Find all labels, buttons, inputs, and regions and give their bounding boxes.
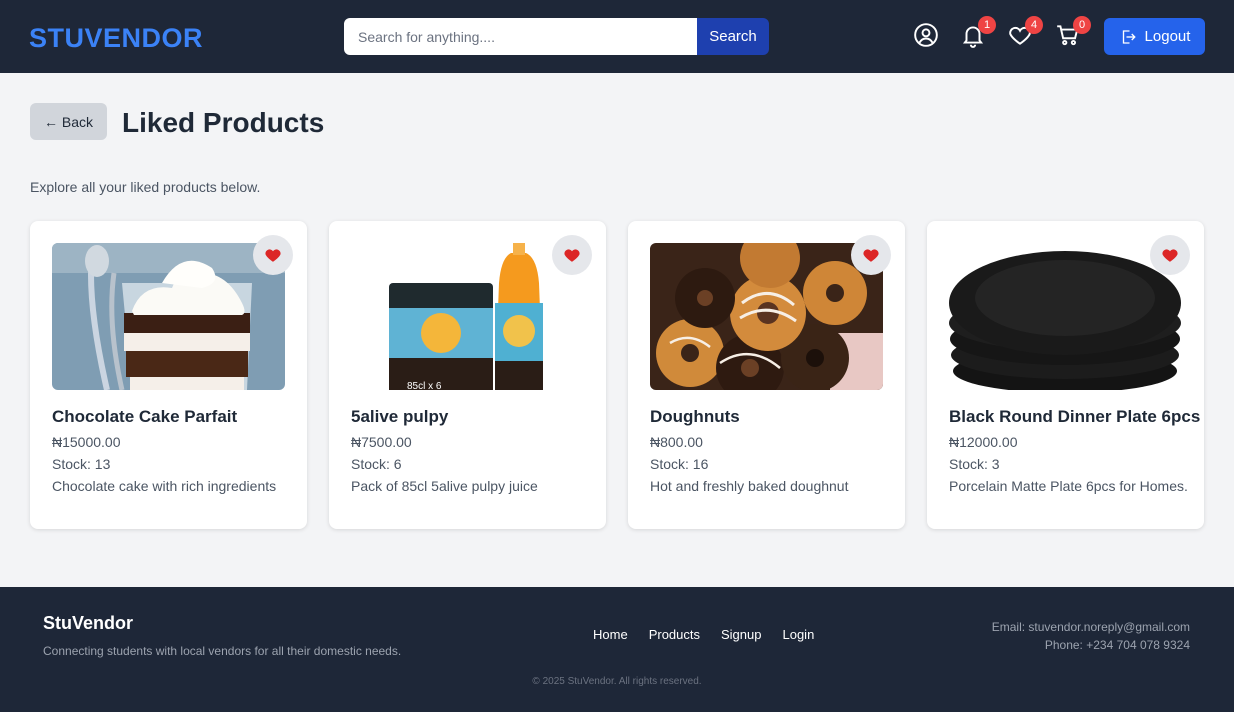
product-image-plates[interactable] xyxy=(949,243,1182,390)
footer: StuVendor Connecting students with local… xyxy=(0,587,1234,712)
product-stock: Stock: 3 xyxy=(949,456,1000,472)
product-name[interactable]: Doughnuts xyxy=(650,407,895,427)
liked-heart-icon[interactable]: 4 xyxy=(1007,16,1043,48)
heart-filled-icon xyxy=(564,249,580,262)
logout-label: Logout xyxy=(1144,28,1191,45)
heart-filled-icon xyxy=(863,249,879,262)
cart-icon[interactable]: 0 xyxy=(1055,16,1091,48)
footer-email[interactable]: Email: stuvendor.noreply@gmail.com xyxy=(992,618,1190,636)
heart-filled-icon xyxy=(265,249,281,262)
heart-filled-icon xyxy=(1162,249,1178,262)
product-pack-label: 85cl x 6 xyxy=(407,381,442,390)
product-card[interactable]: Chocolate Cake Parfait ₦15000.00 Stock: … xyxy=(30,221,307,529)
notifications-bell-icon[interactable]: 1 xyxy=(960,16,996,48)
top-navbar: STUVENDOR Search 1 4 0 Logout xyxy=(0,0,1234,73)
product-price: ₦800.00 xyxy=(650,434,703,450)
product-description: Porcelain Matte Plate 6pcs for Homes. xyxy=(949,478,1188,494)
product-name[interactable]: Chocolate Cake Parfait xyxy=(52,407,297,427)
product-description: Hot and freshly baked doughnut xyxy=(650,478,849,494)
product-image-doughnuts[interactable] xyxy=(650,243,883,390)
logout-icon xyxy=(1122,29,1136,44)
logout-button[interactable]: Logout xyxy=(1104,18,1205,55)
product-card[interactable]: 85cl x 6 5alive pulpy ₦7500.00 Stock: 6 … xyxy=(329,221,606,529)
product-price: ₦7500.00 xyxy=(351,434,412,450)
search-button[interactable]: Search xyxy=(697,18,769,55)
product-description: Chocolate cake with rich ingredients xyxy=(52,478,277,494)
footer-link-signup[interactable]: Signup xyxy=(721,627,761,642)
notifications-count-badge: 1 xyxy=(978,16,996,34)
footer-link-login[interactable]: Login xyxy=(782,627,814,642)
footer-link-home[interactable]: Home xyxy=(593,627,628,642)
product-card[interactable]: Black Round Dinner Plate 6pcs ₦12000.00 … xyxy=(927,221,1204,529)
search-input[interactable] xyxy=(344,18,697,55)
footer-link-products[interactable]: Products xyxy=(649,627,700,642)
product-price: ₦12000.00 xyxy=(949,434,1018,450)
footer-copyright: © 2025 StuVendor. All rights reserved. xyxy=(532,676,702,687)
product-stock: Stock: 16 xyxy=(650,456,709,472)
product-stock: Stock: 13 xyxy=(52,456,111,472)
product-card[interactable]: Doughnuts ₦800.00 Stock: 16 Hot and fres… xyxy=(628,221,905,529)
footer-nav: Home Products Signup Login xyxy=(593,627,814,642)
likes-count-badge: 4 xyxy=(1025,16,1043,34)
unlike-heart-button[interactable] xyxy=(253,235,293,275)
product-price: ₦15000.00 xyxy=(52,434,121,450)
footer-contact: Email: stuvendor.noreply@gmail.com Phone… xyxy=(992,618,1190,654)
search-bar: Search xyxy=(344,18,769,55)
unlike-heart-button[interactable] xyxy=(552,235,592,275)
product-image-parfait[interactable] xyxy=(52,243,285,390)
product-description: Pack of 85cl 5alive pulpy juice xyxy=(351,478,538,494)
unlike-heart-button[interactable] xyxy=(1150,235,1190,275)
profile-icon[interactable] xyxy=(913,22,939,48)
footer-brand: StuVendor xyxy=(43,613,134,633)
unlike-heart-button[interactable] xyxy=(851,235,891,275)
footer-tagline: Connecting students with local vendors f… xyxy=(43,644,402,658)
cart-count-badge: 0 xyxy=(1073,16,1091,34)
product-name[interactable]: 5alive pulpy xyxy=(351,407,596,427)
back-button[interactable]: ← Back xyxy=(30,103,107,140)
footer-phone: Phone: +234 704 078 9324 xyxy=(1044,638,1190,652)
brand-logo[interactable]: STUVENDOR xyxy=(29,22,203,54)
product-name[interactable]: Black Round Dinner Plate 6pcs xyxy=(949,407,1200,427)
page-title: Liked Products xyxy=(122,107,325,138)
product-stock: Stock: 6 xyxy=(351,456,402,472)
page-intro: Explore all your liked products below. xyxy=(30,179,261,195)
product-image-5alive[interactable]: 85cl x 6 xyxy=(351,243,584,390)
